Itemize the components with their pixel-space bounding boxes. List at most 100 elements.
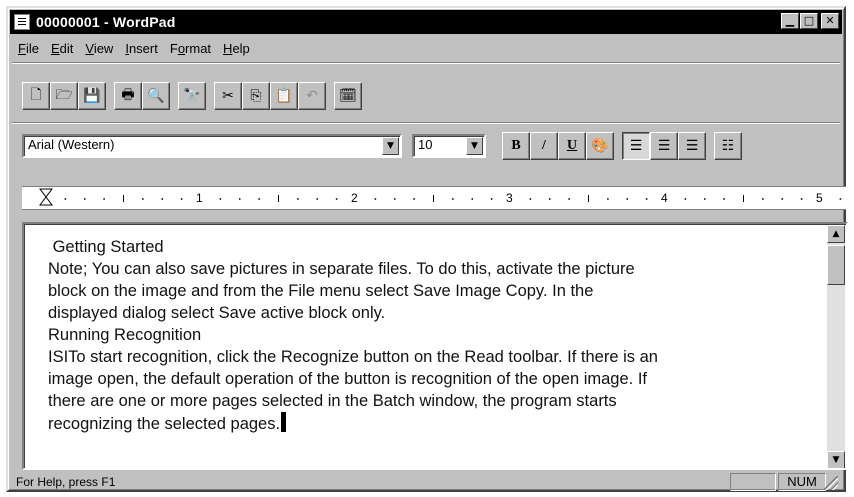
new-button[interactable]: 🗋 [22,82,50,110]
align-center-button[interactable]: ☰ [650,132,678,160]
find-button[interactable]: 🔭 [178,82,206,110]
ruler-dot [258,198,261,200]
undo-button[interactable]: ↶ [298,82,326,110]
close-button[interactable]: ✕ [821,13,839,29]
wordpad-app-icon[interactable] [14,14,30,30]
maximize-button[interactable]: □ [800,13,818,29]
bold-button[interactable]: B [502,132,530,160]
document-line: there are one or more pages selected in … [48,392,617,410]
print-preview-icon: 🔍 [147,88,165,104]
vertical-scrollbar[interactable]: ▲ ▼ [827,225,845,468]
document-line: image open, the default operation of the… [48,370,647,388]
status-help-text: For Help, press F1 [16,475,116,489]
ruler-dot [413,198,416,200]
scissors-icon: ✂ [222,88,234,104]
menu-insert[interactable]: Insert [119,41,164,56]
document-area[interactable]: Getting Started Note; You can also save … [22,222,848,470]
paste-clipboard-icon: 📋 [275,88,293,104]
status-panel-empty [730,473,776,491]
align-center-icon: ☰ [657,138,671,154]
cut-button[interactable]: ✂ [214,82,242,110]
menu-view[interactable]: View [79,41,119,56]
ruler-number: 3 [506,191,513,205]
scroll-up-arrow-icon[interactable]: ▲ [827,225,845,243]
ruler-dot [626,198,629,200]
minimize-button[interactable]: ▁ [781,13,799,29]
menu-bar: File Edit View Insert Format Help [12,36,840,60]
ruler-dot [800,198,803,200]
open-button[interactable]: 🗁 [50,82,78,110]
font-dropdown-arrow-icon[interactable]: ▼ [382,137,399,155]
insert-datetime-button[interactable]: 🗓 [334,82,362,110]
scrollbar-thumb[interactable] [827,245,845,285]
ruler-number: 2 [351,191,358,205]
ruler-dot [781,198,784,200]
window-title: 00000001 - WordPad [36,14,176,30]
binoculars-icon: 🔭 [183,88,201,104]
font-size-value: 10 [418,137,433,152]
ruler-dot [645,198,648,200]
ruler-dot [180,198,183,200]
scroll-down-arrow-icon[interactable]: ▼ [827,451,845,468]
indent-marker-icon [39,188,53,206]
window-controls: ▁ □ ✕ [780,13,839,29]
font-size-combo[interactable]: 10 ▼ [412,134,486,158]
new-document-icon: 🗋 [30,87,42,103]
text-caret [281,412,287,432]
menu-help[interactable]: Help [217,41,256,56]
color-palette-icon: 🎨 [591,138,609,154]
font-name-combo[interactable]: Arial (Western) ▼ [22,134,402,158]
ruler-dot [839,198,842,200]
menu-edit[interactable]: Edit [45,41,79,56]
ruler-dot [219,198,222,200]
italic-button[interactable]: / [530,132,558,160]
document-line: block on the image and from the File men… [48,282,594,300]
undo-arrow-icon: ↶ [306,88,318,104]
print-button[interactable]: 🖶 [114,82,142,110]
copy-icon: ⎘ [250,88,262,104]
status-bar: For Help, press F1 NUM [12,472,840,492]
standard-toolbar: 🗋 🗁 💾 🖶 🔍 🔭 ✂ ⎘ 📋 ↶ 🗓 [22,82,370,110]
ruler-dot [64,198,67,200]
menu-file[interactable]: File [12,41,45,56]
size-dropdown-arrow-icon[interactable]: ▼ [466,137,483,155]
document-line: recognizing the selected pages. [48,415,281,433]
print-preview-button[interactable]: 🔍 [142,82,170,110]
ruler-dot [723,198,726,200]
resize-grip-icon[interactable] [824,476,838,490]
menu-format[interactable]: Format [164,41,217,56]
ruler-dot [161,198,164,200]
ruler-dot [393,198,396,200]
paste-button[interactable]: 📋 [270,82,298,110]
ruler-number: 1 [196,191,203,205]
menu-separator [12,62,840,64]
save-button[interactable]: 💾 [78,82,106,110]
ruler-dot [761,198,764,200]
ruler-dot [238,198,241,200]
ruler-ticks [39,188,842,206]
ruler-dot [316,198,319,200]
ruler-dot [490,198,493,200]
ruler-number: 4 [661,191,668,205]
date-time-icon: 🗓 [339,88,357,104]
align-left-button[interactable]: ☰ [622,132,650,160]
color-button[interactable]: 🎨 [586,132,614,160]
ruler[interactable]: 1 2 3 4 5 [22,186,846,210]
title-bar[interactable]: 00000001 - WordPad ▁ □ ✕ [10,10,842,34]
underline-button[interactable]: U [558,132,586,160]
format-toolbar: Arial (Western) ▼ 10 ▼ B / U 🎨 ☰ ☰ ☰ ☷ [22,132,750,160]
align-right-button[interactable]: ☰ [678,132,706,160]
ruler-dot [335,198,338,200]
printer-icon: 🖶 [121,87,135,103]
ruler-dot [606,198,609,200]
bullets-button[interactable]: ☷ [714,132,742,160]
ruler-dot [548,198,551,200]
ruler-dot [83,198,86,200]
document-text[interactable]: Getting Started Note; You can also save … [48,236,828,434]
copy-button[interactable]: ⎘ [242,82,270,110]
ruler-dot [684,198,687,200]
ruler-dot [568,198,571,200]
align-left-icon: ☰ [629,138,643,154]
toolbar-separator [12,122,840,124]
document-line: Running Recognition [48,326,202,344]
